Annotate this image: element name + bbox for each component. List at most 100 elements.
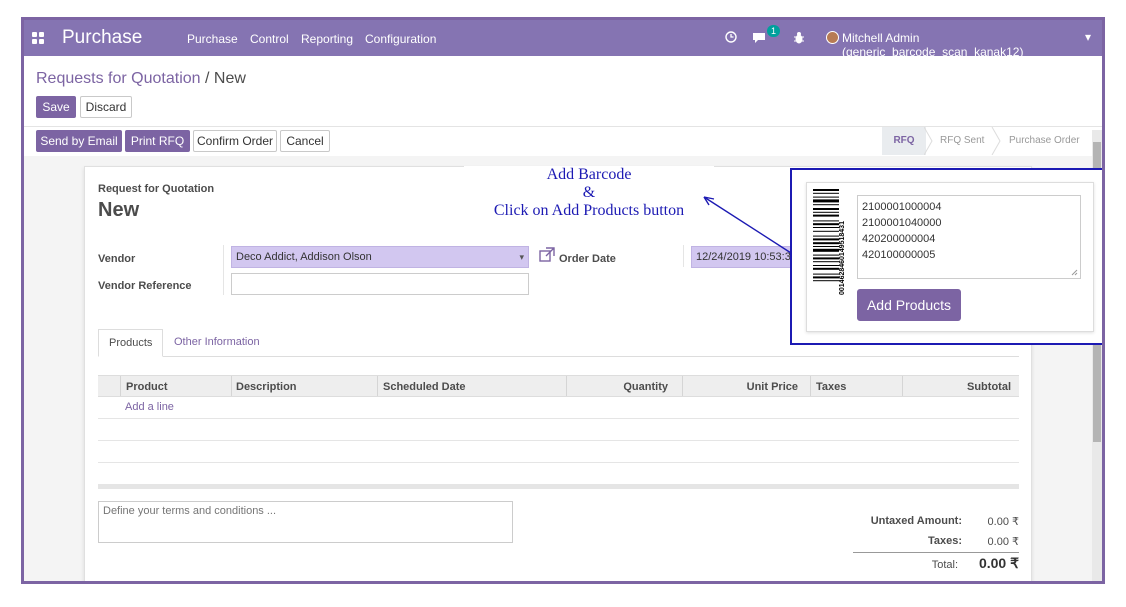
barcode-bar — [813, 242, 839, 245]
tab-divider — [98, 356, 1019, 357]
breadcrumb: Requests for Quotation / New — [36, 70, 246, 88]
barcode-number: 0014628460149518431 — [839, 221, 846, 295]
confirm-order-button[interactable]: Confirm Order — [193, 130, 277, 152]
barcode-bar — [813, 230, 839, 232]
col-unit-price[interactable]: Unit Price — [683, 376, 798, 398]
barcode-bar — [813, 235, 839, 237]
cancel-button[interactable]: Cancel — [280, 130, 330, 152]
barcode-bar — [813, 223, 839, 226]
save-button[interactable]: Save — [36, 96, 76, 118]
table-footer — [98, 484, 1019, 489]
user-menu-caret-icon[interactable]: ▾ — [1085, 30, 1091, 44]
add-a-line-link[interactable]: Add a line — [125, 401, 174, 413]
resize-handle-icon[interactable] — [1071, 269, 1078, 276]
breadcrumb-parent[interactable]: Requests for Quotation — [36, 70, 201, 87]
breadcrumb-separator: / — [205, 70, 210, 87]
barcode-bar — [813, 248, 839, 252]
barcode-bar — [813, 196, 839, 198]
barcode-line: 2100001040000 — [862, 217, 942, 229]
col-product[interactable]: Product — [126, 376, 168, 398]
barcode-bar — [813, 211, 839, 213]
menu-reporting[interactable]: Reporting — [301, 32, 353, 46]
tab-other-information[interactable]: Other Information — [164, 329, 270, 357]
barcode-bar — [813, 214, 839, 217]
barcode-panel: 0014628460149518431 2100001000004 2100001… — [806, 182, 1094, 332]
app-name: Purchase — [62, 27, 143, 48]
order-date-label: Order Date — [559, 253, 616, 265]
breadcrumb-current: New — [213, 70, 246, 87]
barcode-bar — [813, 257, 839, 260]
bug-icon[interactable] — [793, 31, 805, 44]
form-subtitle: Request for Quotation — [98, 183, 215, 195]
barcode-bar — [813, 204, 839, 206]
menu-purchase[interactable]: Purchase — [187, 32, 238, 46]
barcode-bar — [813, 261, 839, 263]
barcode-lines: 2100001000004 2100001040000 420200000004 42… — [862, 199, 1076, 263]
table-row — [98, 462, 1019, 463]
taxes-value: 0.00 ₹ — [987, 536, 1019, 548]
taxes-label: Taxes: — [927, 535, 962, 547]
barcode-bar — [813, 273, 839, 275]
menu-configuration[interactable]: Configuration — [365, 32, 436, 46]
barcode-bar — [813, 267, 839, 270]
barcode-bar — [813, 246, 839, 247]
barcode-bar — [813, 192, 839, 194]
vendor-reference-input[interactable] — [231, 273, 529, 295]
total-value: 0.00 ₹ — [978, 555, 1019, 571]
send-by-email-button[interactable]: Send by Email — [36, 130, 122, 152]
menu-control[interactable]: Control — [250, 32, 289, 46]
barcode-bar — [813, 220, 839, 222]
annotation-arrow-icon — [703, 196, 792, 254]
table-row — [98, 418, 1019, 419]
col-subtotal[interactable]: Subtotal — [903, 376, 1011, 398]
chevron-down-icon[interactable]: ▾ — [519, 247, 524, 267]
barcode-bar — [813, 189, 839, 191]
discard-button[interactable]: Discard — [80, 96, 132, 118]
clock-icon[interactable] — [725, 31, 737, 43]
external-link-icon[interactable] — [539, 247, 555, 263]
barcode-bar — [813, 280, 839, 282]
annotation-line-1: Add Barcode — [546, 166, 632, 183]
table-header: Product Description Scheduled Date Quant… — [98, 375, 1019, 397]
barcode-bar — [813, 276, 839, 279]
untaxed-amount-label: Untaxed Amount: — [870, 515, 962, 527]
annotation-text: Add Barcode & Click on Add Products butt… — [464, 166, 714, 224]
untaxed-amount-value: 0.00 ₹ — [987, 516, 1019, 528]
avatar[interactable] — [826, 31, 839, 44]
col-taxes[interactable]: Taxes — [816, 376, 846, 398]
barcode-line: 420200000004 — [862, 233, 936, 245]
barcode-line: 420100000005 — [862, 249, 936, 261]
top-navbar: Purchase Purchase Control Reporting Conf… — [24, 20, 1102, 59]
vendor-reference-label: Vendor Reference — [98, 280, 192, 292]
apps-menu-icon[interactable] — [32, 32, 44, 44]
terms-conditions-textarea[interactable] — [98, 501, 513, 543]
tab-products[interactable]: Products — [98, 329, 164, 357]
user-menu[interactable]: Mitchell Admin (generic_barcode_scan_kan… — [842, 31, 1102, 59]
stage-arrows — [924, 127, 1001, 155]
col-quantity[interactable]: Quantity — [567, 376, 668, 398]
col-scheduled-date[interactable]: Scheduled Date — [383, 376, 466, 398]
page-title: New — [98, 199, 140, 221]
chat-icon[interactable] — [752, 32, 766, 44]
field-divider — [683, 245, 684, 267]
barcode-bar — [813, 199, 839, 203]
chat-count-badge: 1 — [767, 25, 781, 37]
table-row — [98, 440, 1019, 441]
barcodes-textarea[interactable]: 2100001000004 2100001040000 420200000004 42… — [857, 195, 1081, 279]
barcode-bar — [813, 208, 839, 210]
barcode-popup: 0014628460149518431 2100001000004 2100001… — [790, 168, 1102, 345]
status-bar: Send by Email Print RFQ Confirm Order Ca… — [24, 126, 1102, 156]
barcode-bar — [813, 265, 839, 266]
total-label: Total: — [931, 559, 958, 571]
totals-divider — [853, 552, 1019, 553]
col-description[interactable]: Description — [236, 376, 297, 398]
add-products-button[interactable]: Add Products — [857, 289, 961, 321]
barcode-line: 2100001000004 — [862, 201, 942, 213]
vendor-field[interactable]: Deco Addict, Addison Olson ▾ — [231, 246, 529, 268]
app-window: Purchase Purchase Control Reporting Conf… — [21, 17, 1105, 584]
stage-rfq[interactable]: RFQ — [882, 127, 926, 155]
field-divider — [223, 245, 224, 295]
barcode-bar — [813, 254, 839, 256]
print-rfq-button[interactable]: Print RFQ — [125, 130, 190, 152]
barcode-bar — [813, 238, 839, 241]
